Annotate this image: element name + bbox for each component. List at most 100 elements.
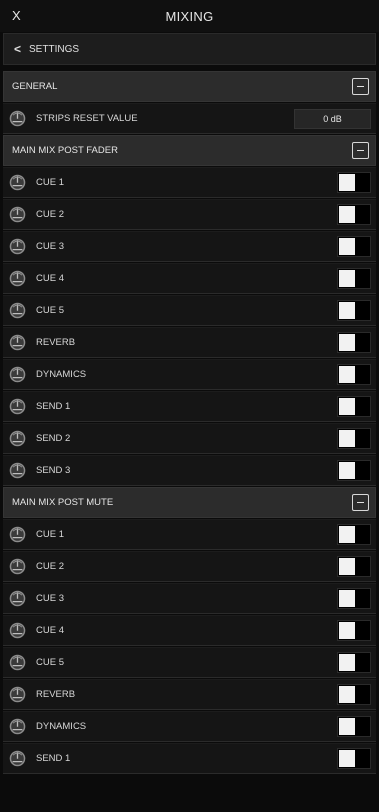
- minus-icon: [357, 149, 364, 152]
- toggle-knob: [339, 270, 355, 287]
- toggle-switch[interactable]: [337, 460, 371, 481]
- section-header: MAIN MIX POST MUTE: [3, 487, 376, 518]
- toggle-knob: [339, 238, 355, 255]
- toggle-switch[interactable]: [337, 524, 371, 545]
- setting-label: SEND 1: [36, 753, 71, 764]
- setting-label: DYNAMICS: [36, 721, 87, 732]
- setting-row: CUE 4: [3, 615, 376, 646]
- toggle-switch[interactable]: [337, 684, 371, 705]
- setting-row: CUE 2: [3, 199, 376, 230]
- knob-icon: [9, 622, 26, 639]
- toggle-switch[interactable]: [337, 652, 371, 673]
- setting-label: CUE 4: [36, 625, 64, 636]
- section-title: GENERAL: [12, 81, 58, 92]
- strips-reset-value-field[interactable]: 0 dB: [294, 108, 371, 129]
- setting-row: SEND 1: [3, 391, 376, 422]
- setting-label: SEND 3: [36, 465, 71, 476]
- setting-label: CUE 3: [36, 593, 64, 604]
- setting-row: CUE 3: [3, 583, 376, 614]
- toggle-switch[interactable]: [337, 236, 371, 257]
- toggle-knob: [339, 686, 355, 703]
- collapse-section-button[interactable]: [352, 78, 369, 95]
- section-title: MAIN MIX POST MUTE: [12, 497, 114, 508]
- toggle-knob: [339, 718, 355, 735]
- setting-label: CUE 1: [36, 177, 64, 188]
- title-bar: X MIXING: [0, 0, 379, 32]
- setting-label: SEND 2: [36, 433, 71, 444]
- knob-icon: [9, 590, 26, 607]
- toggle-switch[interactable]: [337, 364, 371, 385]
- toggle-switch[interactable]: [337, 332, 371, 353]
- knob-icon: [9, 270, 26, 287]
- knob-icon: [9, 334, 26, 351]
- setting-row: DYNAMICS: [3, 359, 376, 390]
- chevron-left-icon: <: [14, 42, 22, 56]
- setting-row: SEND 2: [3, 423, 376, 454]
- setting-label: CUE 1: [36, 529, 64, 540]
- setting-row: CUE 5: [3, 647, 376, 678]
- collapse-section-button[interactable]: [352, 494, 369, 511]
- toggle-switch[interactable]: [337, 716, 371, 737]
- setting-row: DYNAMICS: [3, 711, 376, 742]
- setting-row: SEND 1: [3, 743, 376, 774]
- setting-row: CUE 2: [3, 551, 376, 582]
- back-label: SETTINGS: [29, 43, 80, 55]
- toggle-knob: [339, 398, 355, 415]
- minus-icon: [357, 85, 364, 88]
- setting-label: CUE 2: [36, 209, 64, 220]
- toggle-switch[interactable]: [337, 172, 371, 193]
- section-header: GENERAL: [3, 71, 376, 102]
- collapse-section-button[interactable]: [352, 142, 369, 159]
- setting-row: CUE 3: [3, 231, 376, 262]
- setting-row: CUE 5: [3, 295, 376, 326]
- toggle-switch[interactable]: [337, 748, 371, 769]
- setting-row: REVERB: [3, 327, 376, 358]
- setting-row: CUE 1: [3, 519, 376, 550]
- toggle-switch[interactable]: [337, 268, 371, 289]
- toggle-switch[interactable]: [337, 556, 371, 577]
- setting-label: CUE 5: [36, 305, 64, 316]
- sections-container: GENERAL STRIPS RESET VALUE 0 dB MAIN MIX PO…: [3, 71, 376, 774]
- setting-row: STRIPS RESET VALUE 0 dB: [3, 103, 376, 134]
- toggle-knob: [339, 622, 355, 639]
- toggle-knob: [339, 366, 355, 383]
- knob-icon: [9, 558, 26, 575]
- setting-label: REVERB: [36, 337, 76, 348]
- window-title: MIXING: [165, 8, 214, 24]
- toggle-knob: [339, 174, 355, 191]
- close-button[interactable]: X: [12, 8, 21, 23]
- toggle-knob: [339, 750, 355, 767]
- knob-icon: [9, 462, 26, 479]
- setting-label: CUE 3: [36, 241, 64, 252]
- toggle-switch[interactable]: [337, 396, 371, 417]
- knob-icon: [9, 526, 26, 543]
- setting-label: DYNAMICS: [36, 369, 87, 380]
- knob-icon: [9, 718, 26, 735]
- setting-row: REVERB: [3, 679, 376, 710]
- setting-row: SEND 3: [3, 455, 376, 486]
- knob-icon: [9, 174, 26, 191]
- setting-label: SEND 1: [36, 401, 71, 412]
- setting-label: CUE 2: [36, 561, 64, 572]
- setting-row: CUE 4: [3, 263, 376, 294]
- toggle-switch[interactable]: [337, 588, 371, 609]
- knob-icon: [9, 430, 26, 447]
- section-header: MAIN MIX POST FADER: [3, 135, 376, 166]
- toggle-switch[interactable]: [337, 428, 371, 449]
- back-to-settings-button[interactable]: < SETTINGS: [3, 33, 376, 65]
- knob-icon: [9, 750, 26, 767]
- setting-row: CUE 1: [3, 167, 376, 198]
- toggle-knob: [339, 462, 355, 479]
- knob-icon: [9, 206, 26, 223]
- knob-icon: [9, 366, 26, 383]
- toggle-knob: [339, 590, 355, 607]
- toggle-switch[interactable]: [337, 300, 371, 321]
- toggle-switch[interactable]: [337, 204, 371, 225]
- toggle-knob: [339, 302, 355, 319]
- knob-icon: [9, 238, 26, 255]
- setting-label: REVERB: [36, 689, 76, 700]
- toggle-switch[interactable]: [337, 620, 371, 641]
- toggle-knob: [339, 558, 355, 575]
- toggle-knob: [339, 430, 355, 447]
- toggle-knob: [339, 334, 355, 351]
